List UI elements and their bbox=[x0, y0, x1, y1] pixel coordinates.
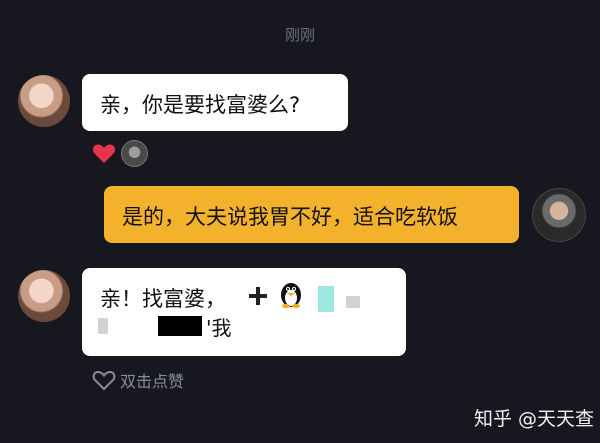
heart-outline-icon[interactable] bbox=[92, 369, 116, 391]
redaction-block bbox=[346, 296, 360, 308]
plus-icon bbox=[249, 287, 267, 305]
watermark: 知乎 @天天查 bbox=[474, 408, 595, 430]
redaction-block bbox=[98, 318, 108, 334]
redaction-block bbox=[318, 286, 334, 312]
message-bubble-outgoing[interactable]: 是的，大夫说我胃不好，适合吃软饭 bbox=[104, 186, 519, 243]
like-row[interactable]: 双击点赞 bbox=[92, 368, 184, 392]
message-text-line1: 亲！找富婆， bbox=[100, 287, 226, 311]
message-text-line2: '我 bbox=[206, 316, 232, 340]
message-bubble-incoming[interactable]: 亲！找富婆， '我 bbox=[82, 268, 406, 356]
contact-avatar[interactable] bbox=[18, 75, 70, 127]
message-bubble-incoming[interactable]: 亲，你是要找富婆么? bbox=[82, 74, 348, 131]
redaction-block bbox=[158, 316, 202, 336]
message-text: 亲，你是要找富婆么? bbox=[100, 93, 301, 117]
timestamp: 刚刚 bbox=[284, 26, 315, 44]
like-label: 双击点赞 bbox=[120, 372, 185, 391]
my-avatar[interactable] bbox=[532, 188, 586, 242]
heart-icon[interactable] bbox=[92, 142, 116, 164]
penguin-icon bbox=[281, 283, 301, 308]
reactor-avatar[interactable] bbox=[121, 140, 148, 167]
contact-avatar[interactable] bbox=[18, 270, 70, 322]
message-text: 是的，大夫说我胃不好，适合吃软饭 bbox=[122, 205, 458, 229]
